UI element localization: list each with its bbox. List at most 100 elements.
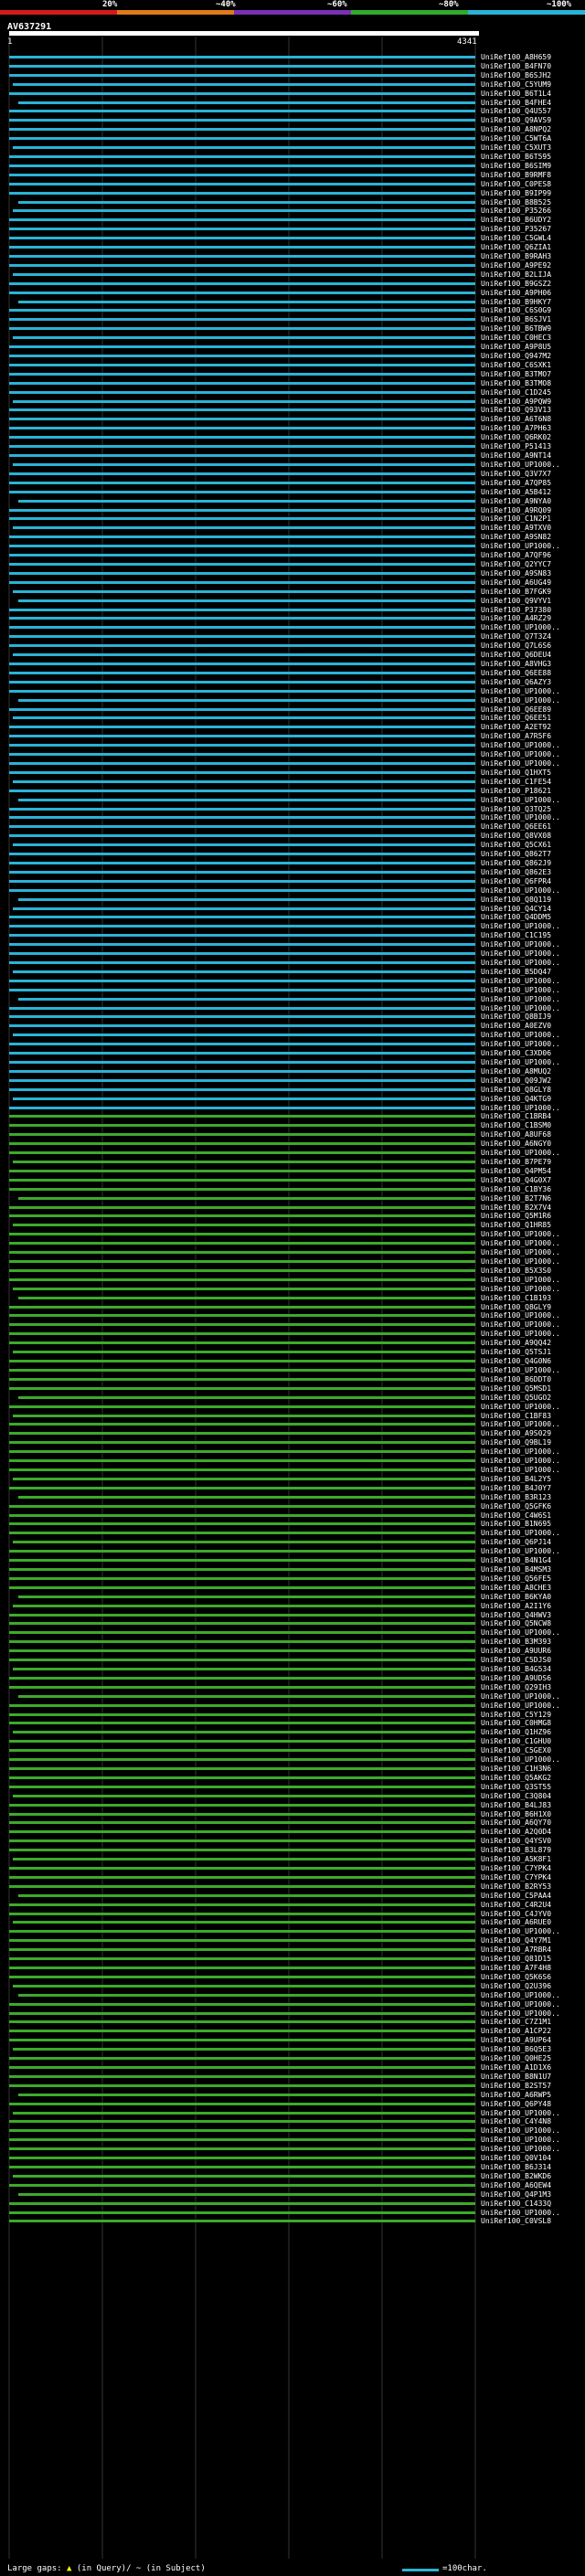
hit-label[interactable]: UniRef100_Q6ZIA1 bbox=[481, 243, 583, 251]
hit-bar[interactable] bbox=[9, 617, 475, 620]
hit-label[interactable]: UniRef100_UP1000.. bbox=[481, 750, 583, 758]
hit-bar[interactable] bbox=[9, 1459, 475, 1463]
hit-bar[interactable] bbox=[18, 997, 475, 1001]
hit-bar[interactable] bbox=[9, 1133, 475, 1137]
hit-bar[interactable] bbox=[9, 1649, 475, 1653]
hit-bar[interactable] bbox=[9, 1939, 475, 1943]
hit-bar[interactable] bbox=[9, 1115, 475, 1118]
hit-label[interactable]: UniRef100_UP1000.. bbox=[481, 1004, 583, 1012]
hit-bar[interactable] bbox=[9, 761, 475, 765]
hit-label[interactable]: UniRef100_UP1000.. bbox=[481, 2126, 583, 2135]
hit-label[interactable]: UniRef100_C0HMG8 bbox=[481, 1719, 583, 1727]
hit-label[interactable]: UniRef100_UP1000.. bbox=[481, 977, 583, 985]
hit-bar[interactable] bbox=[18, 1595, 475, 1598]
hit-bar[interactable] bbox=[9, 2220, 475, 2223]
hit-label[interactable]: UniRef100_A9PH06 bbox=[481, 289, 583, 297]
hit-label[interactable]: UniRef100_B9RMF8 bbox=[481, 171, 583, 179]
hit-bar[interactable] bbox=[9, 2129, 475, 2133]
hit-label[interactable]: UniRef100_UP1000.. bbox=[481, 1230, 583, 1238]
hit-bar[interactable] bbox=[9, 916, 475, 919]
hit-label[interactable]: UniRef100_Q2U396 bbox=[481, 1982, 583, 1990]
hit-label[interactable]: UniRef100_B6T595 bbox=[481, 153, 583, 161]
hit-bar[interactable] bbox=[9, 726, 475, 729]
hit-bar[interactable] bbox=[9, 1559, 475, 1563]
hit-label[interactable]: UniRef100_B8N1U7 bbox=[481, 2072, 583, 2081]
hit-label[interactable]: UniRef100_B6H1X0 bbox=[481, 1810, 583, 1818]
hit-label[interactable]: UniRef100_Q7L6S6 bbox=[481, 641, 583, 650]
hit-bar[interactable] bbox=[9, 1576, 475, 1580]
hit-bar[interactable] bbox=[13, 526, 475, 530]
hit-bar[interactable] bbox=[9, 517, 475, 521]
hit-bar[interactable] bbox=[9, 372, 475, 376]
hit-bar[interactable] bbox=[9, 608, 475, 611]
hit-label[interactable]: UniRef100_UP1000.. bbox=[481, 1466, 583, 1474]
hit-bar[interactable] bbox=[9, 1631, 475, 1635]
hit-label[interactable]: UniRef100_Q4P1M3 bbox=[481, 2190, 583, 2199]
hit-label[interactable]: UniRef100_A7QP85 bbox=[481, 479, 583, 487]
hit-label[interactable]: UniRef100_UP1000.. bbox=[481, 461, 583, 469]
hit-bar[interactable] bbox=[9, 1766, 475, 1770]
hit-label[interactable]: UniRef100_UP1000.. bbox=[481, 2209, 583, 2217]
hit-label[interactable]: UniRef100_Q4PM54 bbox=[481, 1167, 583, 1175]
hit-bar[interactable] bbox=[9, 1377, 475, 1381]
hit-label[interactable]: UniRef100_A4RZ29 bbox=[481, 614, 583, 622]
hit-label[interactable]: UniRef100_A7F4H8 bbox=[481, 1964, 583, 1972]
hit-label[interactable]: UniRef100_UP1000.. bbox=[481, 1311, 583, 1320]
hit-bar[interactable] bbox=[9, 228, 475, 231]
hit-label[interactable]: UniRef100_Q6PY48 bbox=[481, 2100, 583, 2108]
hit-bar[interactable] bbox=[18, 300, 475, 303]
hit-label[interactable]: UniRef100_UP1000.. bbox=[481, 1149, 583, 1157]
hit-bar[interactable] bbox=[9, 1867, 475, 1870]
hit-bar[interactable] bbox=[9, 1812, 475, 1816]
hit-label[interactable]: UniRef100_C1D245 bbox=[481, 388, 583, 397]
hit-label[interactable]: UniRef100_UP1000.. bbox=[481, 1457, 583, 1465]
hit-label[interactable]: UniRef100_C1433Q bbox=[481, 2200, 583, 2208]
hit-bar[interactable] bbox=[9, 327, 475, 331]
hit-label[interactable]: UniRef100_Q4CY14 bbox=[481, 905, 583, 913]
hit-label[interactable]: UniRef100_UP1000.. bbox=[481, 1276, 583, 1284]
hit-label[interactable]: UniRef100_C0HEC3 bbox=[481, 334, 583, 342]
hit-label[interactable]: UniRef100_B4LJ83 bbox=[481, 1801, 583, 1809]
hit-label[interactable]: UniRef100_A8H659 bbox=[481, 53, 583, 61]
hit-bar[interactable] bbox=[9, 64, 475, 68]
hit-label[interactable]: UniRef100_Q0HE25 bbox=[481, 2054, 583, 2062]
hit-label[interactable]: UniRef100_UP1000.. bbox=[481, 886, 583, 895]
hit-bar[interactable] bbox=[9, 816, 475, 820]
hit-bar[interactable] bbox=[18, 897, 475, 901]
hit-bar[interactable] bbox=[13, 1161, 475, 1164]
hit-bar[interactable] bbox=[13, 1414, 475, 1417]
hit-label[interactable]: UniRef100_Q5AKG2 bbox=[481, 1774, 583, 1782]
hit-bar[interactable] bbox=[9, 155, 475, 158]
hit-label[interactable]: UniRef100_UP1000.. bbox=[481, 2000, 583, 2009]
hit-bar[interactable] bbox=[9, 1332, 475, 1336]
hit-bar[interactable] bbox=[13, 843, 475, 847]
hit-label[interactable]: UniRef100_UP1000.. bbox=[481, 741, 583, 749]
hit-label[interactable]: UniRef100_UP1000.. bbox=[481, 1104, 583, 1112]
hit-bar[interactable] bbox=[9, 1360, 475, 1363]
hit-bar[interactable] bbox=[9, 1585, 475, 1589]
hit-label[interactable]: UniRef100_UP1000.. bbox=[481, 1420, 583, 1428]
hit-bar[interactable] bbox=[9, 1441, 475, 1445]
hit-label[interactable]: UniRef100_C1C195 bbox=[481, 931, 583, 939]
hit-bar[interactable] bbox=[9, 454, 475, 458]
hit-label[interactable]: UniRef100_Q4Y7M1 bbox=[481, 1936, 583, 1945]
hit-bar[interactable] bbox=[9, 952, 475, 956]
hit-label[interactable]: UniRef100_UP1000.. bbox=[481, 1239, 583, 1247]
hit-label[interactable]: UniRef100_UP1000.. bbox=[481, 1927, 583, 1935]
hit-label[interactable]: UniRef100_UP1000.. bbox=[481, 1257, 583, 1266]
hit-bar[interactable] bbox=[9, 1884, 475, 1888]
hit-label[interactable]: UniRef100_B2WKD6 bbox=[481, 2172, 583, 2180]
hit-label[interactable]: UniRef100_B2ST57 bbox=[481, 2082, 583, 2090]
hit-label[interactable]: UniRef100_Q8GLY8 bbox=[481, 1086, 583, 1094]
hit-label[interactable]: UniRef100_A6RUE0 bbox=[481, 1918, 583, 1926]
hit-label[interactable]: UniRef100_A9TXV0 bbox=[481, 524, 583, 532]
hit-bar[interactable] bbox=[9, 2083, 475, 2087]
hit-label[interactable]: UniRef100_P51413 bbox=[481, 442, 583, 451]
hit-bar[interactable] bbox=[9, 1685, 475, 1689]
hit-label[interactable]: UniRef100_A9NT14 bbox=[481, 451, 583, 460]
hit-label[interactable]: UniRef100_C1N2P1 bbox=[481, 514, 583, 523]
hit-bar[interactable] bbox=[9, 2030, 475, 2033]
hit-label[interactable]: UniRef100_UP1000.. bbox=[481, 1991, 583, 1999]
hit-label[interactable]: UniRef100_A9QQ42 bbox=[481, 1339, 583, 1347]
hit-label[interactable]: UniRef100_B9IP99 bbox=[481, 189, 583, 197]
